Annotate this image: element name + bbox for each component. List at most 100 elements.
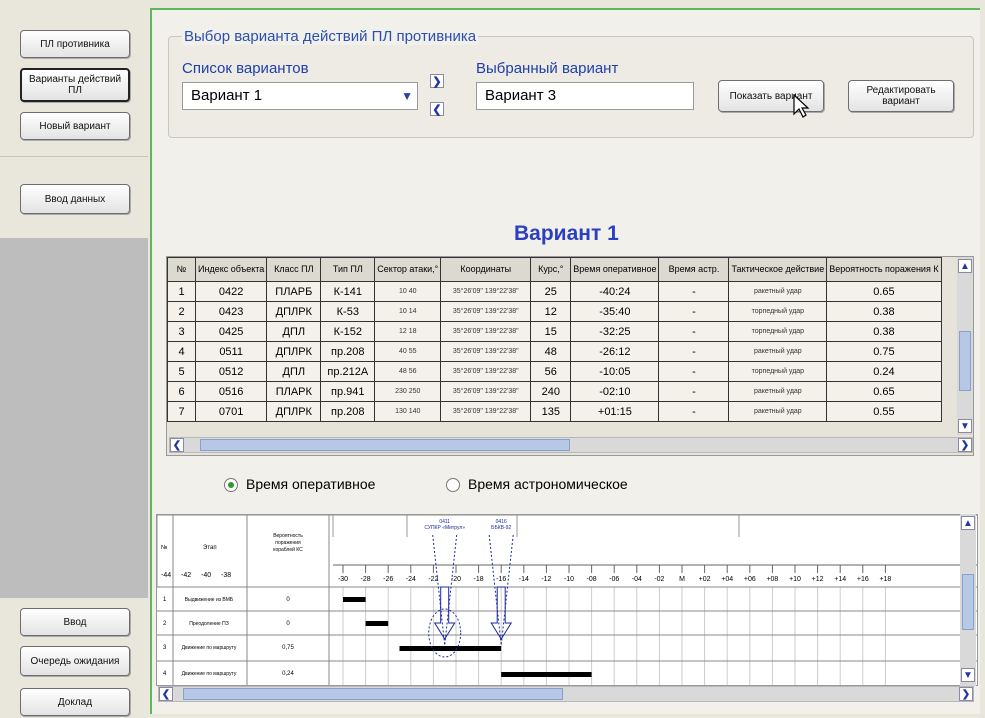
cell-prob: 0.38 bbox=[826, 301, 942, 322]
time-axis-label: -22 bbox=[428, 576, 438, 583]
table-row[interactable]: 6 0516 ПЛАРК пр.941 230 250 35°26'09" 139°22'… bbox=[167, 381, 942, 402]
sub-variants-button[interactable]: Варианты действий ПЛ bbox=[20, 68, 130, 102]
col-header: № bbox=[167, 257, 196, 282]
timeline-vertical-scrollbar[interactable]: ▲ ▼ bbox=[960, 514, 976, 686]
cell-type: К-152 bbox=[320, 321, 376, 342]
scroll-right-icon[interactable]: ❯ bbox=[958, 438, 972, 452]
scroll-down-icon[interactable]: ▼ bbox=[958, 419, 972, 433]
table-horizontal-scrollbar[interactable]: ❮ ❯ bbox=[169, 437, 973, 453]
timeline-hscroll-thumb[interactable] bbox=[183, 688, 563, 700]
time-axis-label: +10 bbox=[789, 576, 801, 583]
timeline-horizontal-scrollbar[interactable]: ❮ ❯ bbox=[158, 686, 974, 702]
cell-action: торпедный удар bbox=[728, 301, 828, 322]
row-number: 3 bbox=[163, 645, 167, 651]
time-axis-label: -30 bbox=[338, 576, 348, 583]
scroll-down-icon[interactable]: ▼ bbox=[961, 668, 975, 682]
table-row[interactable]: 7 0701 ДПЛРК пр.208 130 140 35°26'09" 139°22'… bbox=[167, 401, 942, 422]
time-axis-label: М bbox=[679, 576, 685, 583]
row-prob: 0,24 bbox=[282, 671, 294, 677]
scroll-up-icon[interactable]: ▲ bbox=[958, 259, 972, 273]
table-row[interactable]: 3 0425 ДПЛ К-152 12 18 35°26'09" 139°22'38" 15… bbox=[167, 321, 942, 342]
cell-type: К-141 bbox=[320, 281, 376, 302]
cell-action: торпедный удар bbox=[728, 361, 828, 382]
cell-op-time: -32:25 bbox=[570, 321, 660, 342]
cell-sector: 40 55 bbox=[374, 341, 442, 362]
selected-variant-field[interactable]: Вариант 3 bbox=[476, 82, 694, 110]
cell-index: 0425 bbox=[194, 321, 268, 342]
edit-variant-button[interactable]: Редактировать вариант bbox=[848, 80, 954, 112]
table-row[interactable]: 5 0512 ДПЛ пр.212А 48 56 35°26'09" 139°22'38"… bbox=[167, 361, 942, 382]
cell-course: 56 bbox=[530, 361, 572, 382]
time-axis-label: -18 bbox=[474, 576, 484, 583]
cell-op-time: -40:24 bbox=[570, 281, 660, 302]
row-stage: Выдвижение из ВМБ bbox=[185, 597, 234, 603]
cell-astro: - bbox=[658, 341, 730, 362]
data-entry-button[interactable]: Ввод данных bbox=[20, 184, 130, 214]
table-vscroll-thumb[interactable] bbox=[959, 331, 971, 391]
time-axis-label: -08 bbox=[587, 576, 597, 583]
cell-prob: 0.65 bbox=[826, 381, 942, 402]
col-header: Тип ПЛ bbox=[320, 257, 376, 282]
move-left-button[interactable]: ❮ bbox=[430, 102, 444, 116]
cell-n: 3 bbox=[167, 321, 196, 342]
cell-cls: ПЛАРБ bbox=[266, 281, 322, 302]
scroll-left-icon[interactable]: ❮ bbox=[159, 687, 173, 701]
time-axis-label: +06 bbox=[744, 576, 756, 583]
cell-action: торпедный удар bbox=[728, 321, 828, 342]
cell-action: ракетный удар bbox=[728, 381, 828, 402]
cell-coords: 35°26'09" 139°22'38" bbox=[440, 381, 532, 402]
sidebar-divider bbox=[0, 156, 148, 157]
col-n-header: № bbox=[161, 544, 167, 551]
cell-course: 12 bbox=[530, 301, 572, 322]
variant-list-combobox[interactable]: Вариант 1 ▼ bbox=[182, 82, 418, 110]
col-stage-header: Этап bbox=[203, 545, 217, 551]
cell-index: 0512 bbox=[194, 361, 268, 382]
col-header: Сектор атаки,° bbox=[374, 257, 442, 282]
cell-coords: 35°26'09" 139°22'38" bbox=[440, 321, 532, 342]
cell-course: 48 bbox=[530, 341, 572, 362]
timeline-vscroll-thumb[interactable] bbox=[962, 574, 974, 630]
table-vertical-scrollbar[interactable]: ▲ ▼ bbox=[957, 257, 973, 435]
radio-operational-label: Время оперативное bbox=[246, 476, 376, 492]
time-axis-label: -28 bbox=[361, 576, 371, 583]
cell-prob: 0.24 bbox=[826, 361, 942, 382]
chevron-left-icon: ❮ bbox=[432, 103, 442, 116]
cell-prob: 0.65 bbox=[826, 281, 942, 302]
cell-course: 135 bbox=[530, 401, 572, 422]
radio-dot bbox=[228, 482, 234, 488]
variant-list-label: Список вариантов bbox=[182, 60, 309, 77]
chevron-down-icon[interactable]: ▼ bbox=[401, 89, 413, 103]
col-header: Вероятность поражения К bbox=[826, 257, 942, 282]
table-row[interactable]: 1 0422 ПЛАРБ К-141 10 40 35°26'09" 139°22'38"… bbox=[167, 281, 942, 302]
col-prob-header: Вероятность bbox=[273, 533, 303, 539]
scroll-up-icon[interactable]: ▲ bbox=[961, 516, 975, 530]
queue-button[interactable]: Очередь ожидания bbox=[20, 646, 130, 676]
table-row[interactable]: 4 0511 ДПЛРК пр.208 40 55 35°26'09" 139°22'38… bbox=[167, 341, 942, 362]
scroll-right-icon[interactable]: ❯ bbox=[959, 687, 973, 701]
timeline-bar bbox=[343, 597, 366, 602]
cell-index: 0516 bbox=[194, 381, 268, 402]
cell-type: пр.208 bbox=[320, 401, 376, 422]
time-axis-label: +18 bbox=[879, 576, 891, 583]
enter-button[interactable]: Ввод bbox=[20, 608, 130, 636]
time-axis-label: -04 bbox=[632, 576, 642, 583]
table-hscroll-thumb[interactable] bbox=[200, 439, 570, 451]
move-right-button[interactable]: ❯ bbox=[430, 74, 444, 88]
col-header: Время астр. bbox=[658, 257, 730, 282]
cell-type: пр.212А bbox=[320, 361, 376, 382]
cell-sector: 48 56 bbox=[374, 361, 442, 382]
new-variant-button[interactable]: Новый вариант bbox=[20, 112, 130, 140]
timeline-chart: № Этап Вероятность поражения кораблей КС -44 -… bbox=[156, 514, 978, 686]
selection-group-title: Выбор варианта действий ПЛ противника bbox=[182, 28, 479, 45]
report-button[interactable]: Доклад bbox=[20, 688, 130, 716]
scroll-left-icon[interactable]: ❮ bbox=[170, 438, 184, 452]
cell-action: ракетный удар bbox=[728, 341, 828, 362]
col-header: Индекс объекта bbox=[194, 257, 268, 282]
table-row[interactable]: 2 0423 ДПЛРК К-53 10 14 35°26'09" 139°22'38" 1… bbox=[167, 301, 942, 322]
timeline-bar bbox=[501, 672, 592, 677]
sidebar: ПЛ противника Варианты действий ПЛ Новый… bbox=[0, 0, 148, 718]
radio-operational-time[interactable] bbox=[224, 478, 238, 492]
cell-coords: 35°26'09" 139°22'38" bbox=[440, 341, 532, 362]
enemy-sub-button[interactable]: ПЛ противника bbox=[20, 30, 130, 58]
radio-astronomical-time[interactable] bbox=[446, 478, 460, 492]
